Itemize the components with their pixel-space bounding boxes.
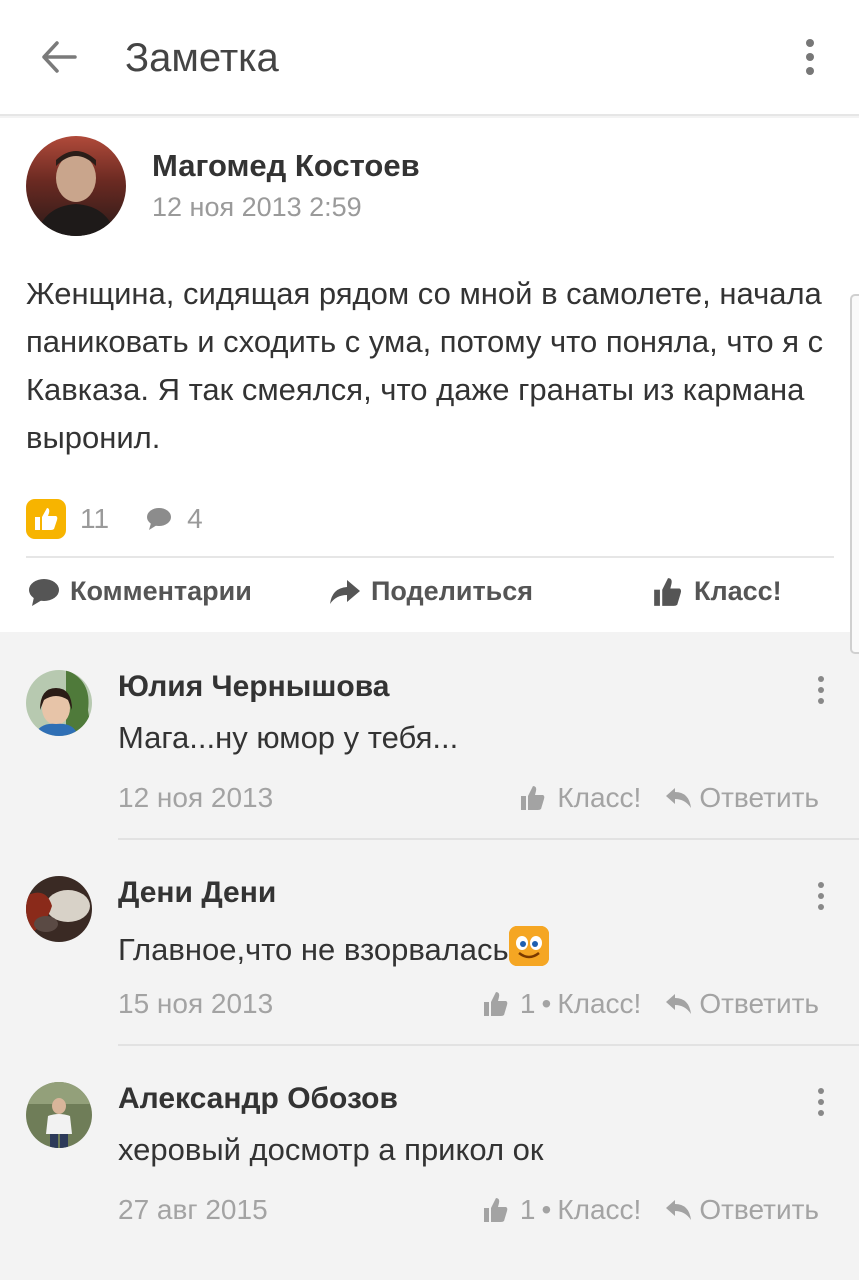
comment-klass-label: Класс! bbox=[557, 988, 642, 1019]
top-app-bar: Заметка bbox=[0, 0, 859, 116]
reply-arrow-icon bbox=[666, 788, 692, 808]
thumbs-up-icon bbox=[521, 786, 545, 810]
klass-button-label: Класс! bbox=[694, 576, 782, 606]
post-card: Магомед Костоев 12 ноя 2013 2:59 Женщина… bbox=[0, 118, 859, 632]
reply-arrow-icon bbox=[666, 994, 692, 1014]
separator-dot: • bbox=[541, 1194, 552, 1225]
comment-klass-label: Класс! bbox=[557, 1194, 642, 1225]
comment-more-button[interactable] bbox=[810, 670, 832, 710]
separator-dot: • bbox=[541, 988, 552, 1019]
post-author-name[interactable]: Магомед Костоев bbox=[152, 148, 420, 184]
page-title: Заметка bbox=[125, 36, 279, 80]
comment-text-content: Главное,что не взорвалась bbox=[118, 932, 509, 967]
commenter-avatar[interactable] bbox=[26, 670, 92, 736]
arrow-left-icon bbox=[42, 41, 77, 73]
comment-text: Главное,что не взорвалась bbox=[118, 926, 549, 968]
smiley-emoji-icon bbox=[508, 926, 549, 966]
comment-klass-button[interactable]: 1 • Класс! bbox=[482, 988, 641, 1020]
comment-more-button[interactable] bbox=[810, 1082, 832, 1122]
likes-count: 11 bbox=[80, 503, 110, 534]
commenter-name[interactable]: Александр Обозов bbox=[118, 1082, 398, 1116]
thumbs-up-icon bbox=[654, 577, 682, 606]
comments-stat[interactable]: 4 bbox=[145, 503, 203, 535]
comments-button[interactable]: Комментарии bbox=[28, 576, 252, 607]
share-button-label: Поделиться bbox=[371, 576, 534, 606]
comments-count: 4 bbox=[187, 503, 203, 534]
more-options-button[interactable] bbox=[790, 32, 830, 82]
comment-date: 15 ноя 2013 bbox=[118, 988, 274, 1019]
like-badge[interactable] bbox=[26, 499, 66, 539]
share-arrow-icon bbox=[330, 579, 360, 604]
comment-klass-button[interactable]: 1 • Класс! bbox=[482, 1194, 641, 1226]
post-stats: 11 4 bbox=[26, 498, 203, 540]
comment-date: 12 ноя 2013 bbox=[118, 782, 274, 813]
klass-button[interactable]: Класс! bbox=[652, 576, 782, 607]
post-date: 12 ноя 2013 2:59 bbox=[152, 192, 362, 222]
comment-bubble-icon bbox=[147, 508, 172, 530]
comment-bubble-icon bbox=[29, 578, 59, 606]
comment-klass-count: 1 bbox=[519, 1194, 536, 1225]
comment-date: 27 авг 2015 bbox=[118, 1194, 268, 1225]
comment-klass-count: 1 bbox=[519, 988, 536, 1019]
commenter-name[interactable]: Дени Дени bbox=[118, 876, 276, 910]
more-vertical-icon bbox=[818, 676, 824, 682]
comment-reply-label: Ответить bbox=[699, 988, 819, 1019]
thumbs-up-icon bbox=[35, 508, 58, 530]
person-photo-icon bbox=[26, 1082, 92, 1148]
comment-klass-label: Класс! bbox=[557, 782, 642, 813]
comment-text: херовый досмотр а прикол ок bbox=[118, 1132, 544, 1167]
comment-more-button[interactable] bbox=[810, 876, 832, 916]
back-button[interactable] bbox=[34, 32, 84, 82]
abstract-photo-icon bbox=[26, 876, 92, 942]
commenter-avatar[interactable] bbox=[26, 876, 92, 942]
comments-button-label: Комментарии bbox=[70, 576, 252, 606]
comment-item: Александр Обозов херовый досмотр а прико… bbox=[0, 1046, 859, 1252]
person-photo-icon bbox=[26, 670, 92, 736]
comment-actions: Класс! Ответить bbox=[519, 782, 819, 814]
comment-reply-button[interactable]: Ответить bbox=[665, 988, 819, 1020]
comment-text: Мага...ну юмор у тебя... bbox=[118, 720, 459, 755]
comment-actions: 1 • Класс! Ответить bbox=[482, 988, 819, 1020]
post-text: Женщина, сидящая рядом со мной в самолет… bbox=[26, 276, 824, 455]
scrollbar[interactable] bbox=[850, 294, 859, 654]
author-avatar[interactable] bbox=[26, 136, 126, 236]
thumbs-up-icon bbox=[483, 992, 508, 1016]
commenter-name[interactable]: Юлия Чернышова bbox=[118, 670, 389, 704]
person-photo-icon bbox=[36, 151, 116, 236]
more-vertical-icon bbox=[818, 882, 824, 888]
comment-item: Юлия Чернышова Мага...ну юмор у тебя... … bbox=[0, 634, 859, 840]
more-vertical-icon bbox=[818, 1088, 824, 1094]
more-vertical-icon bbox=[806, 39, 814, 47]
comment-reply-label: Ответить bbox=[699, 1194, 819, 1225]
comment-actions: 1 • Класс! Ответить bbox=[482, 1194, 819, 1226]
reply-arrow-icon bbox=[666, 1200, 692, 1220]
comment-reply-button[interactable]: Ответить bbox=[665, 1194, 819, 1226]
comment-item: Дени Дени Главное,что не взорвалась 15 н… bbox=[0, 840, 859, 1046]
post-actions: Комментарии Поделиться Класс! bbox=[0, 558, 859, 632]
commenter-avatar[interactable] bbox=[26, 1082, 92, 1148]
comment-klass-button[interactable]: Класс! bbox=[519, 782, 641, 814]
comment-reply-label: Ответить bbox=[699, 782, 819, 813]
thumbs-up-icon bbox=[483, 1198, 508, 1222]
comment-reply-button[interactable]: Ответить bbox=[665, 782, 819, 814]
share-button[interactable]: Поделиться bbox=[329, 576, 533, 607]
